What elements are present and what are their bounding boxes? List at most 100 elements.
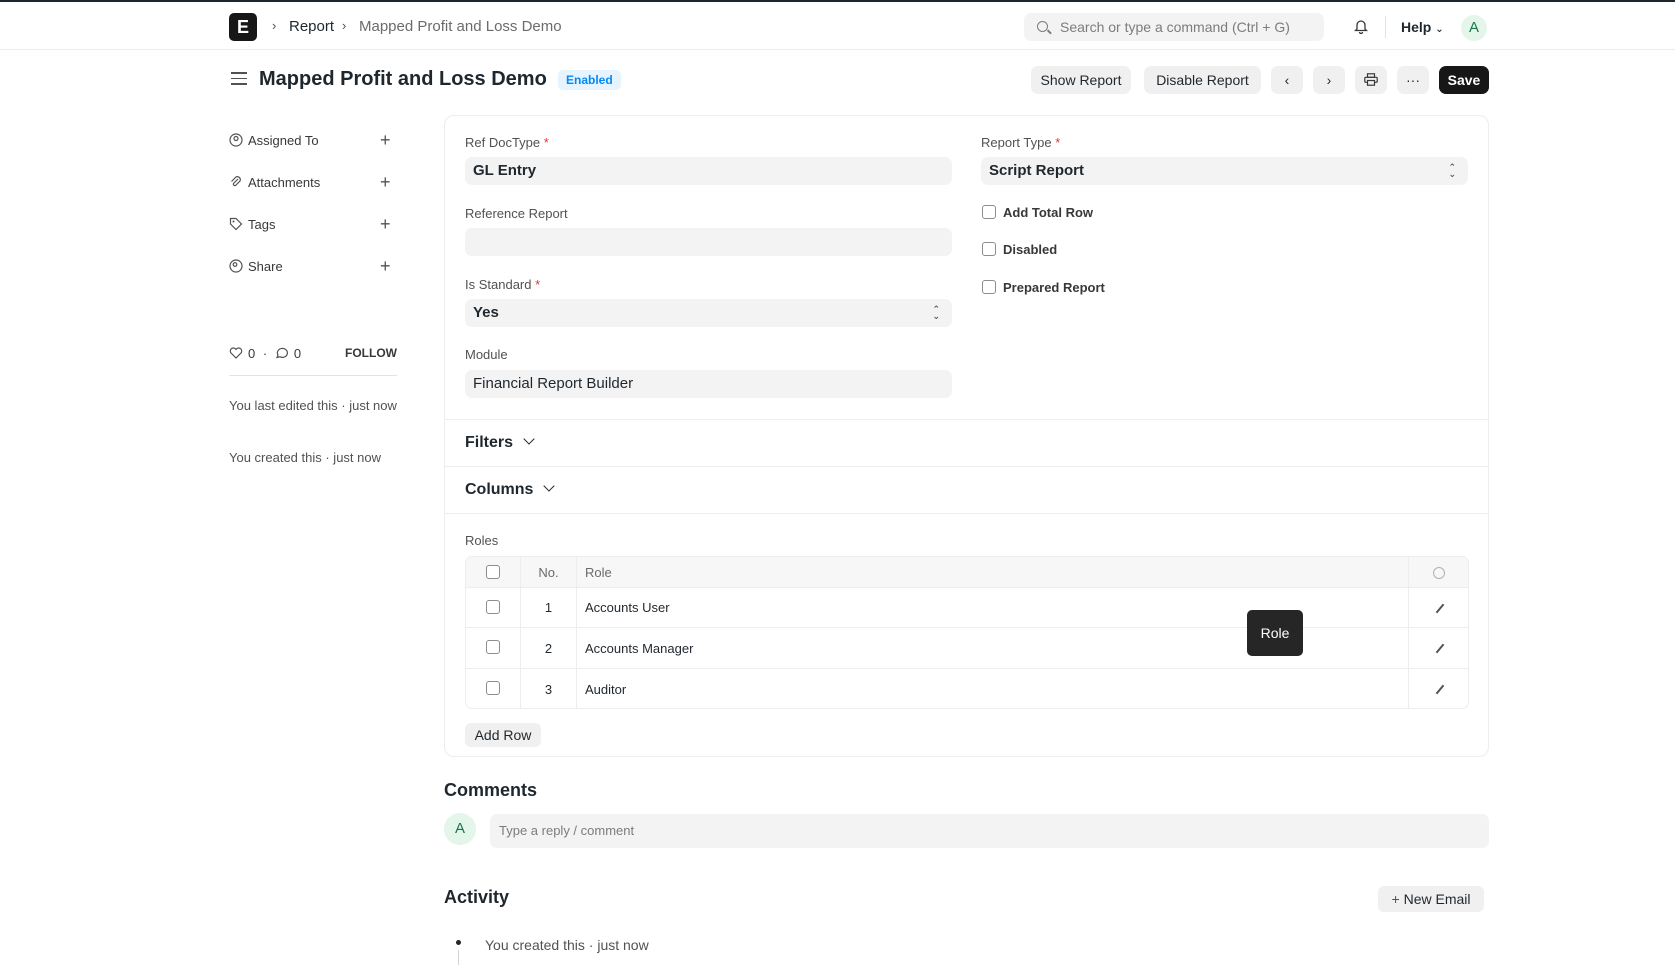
bell-icon[interactable]: [1354, 19, 1368, 34]
breadcrumb-report[interactable]: Report: [289, 18, 334, 35]
chevron-left-icon: ‹: [1284, 72, 1290, 88]
page-title: Mapped Profit and Loss Demo: [259, 68, 547, 90]
is-standard-select[interactable]: Yes ⌃ ⌄: [465, 299, 952, 327]
created-text: You created this · just now: [229, 450, 381, 465]
reference-report-label: Reference Report: [465, 206, 568, 221]
new-email-button[interactable]: + New Email: [1378, 886, 1484, 912]
activity-title: Activity: [444, 887, 510, 907]
help-label: Help: [1401, 19, 1432, 35]
disabled-checkbox[interactable]: [982, 242, 996, 256]
sidebar-item-label: Tags: [248, 217, 276, 232]
select-all-checkbox[interactable]: [486, 565, 500, 579]
show-report-button[interactable]: Show Report: [1031, 66, 1131, 94]
sidebar-item-assigned-to[interactable]: Assigned To: [229, 133, 319, 148]
header-no: No.: [521, 557, 577, 587]
table-row[interactable]: 1 Accounts User: [466, 588, 1468, 628]
row-checkbox[interactable]: [486, 681, 500, 695]
roles-table: No. Role 1 Accounts User 2 Accounts Mana…: [465, 556, 1469, 709]
navbar: E › Report › Mapped Profit and Loss Demo…: [0, 0, 1675, 50]
divider: [1385, 16, 1386, 38]
add-row-button[interactable]: Add Row: [465, 723, 541, 747]
next-doc-button[interactable]: ›: [1313, 66, 1345, 94]
comments-title: Comments: [444, 780, 538, 800]
add-attachment-button[interactable]: +: [380, 173, 391, 191]
share-icon: [229, 259, 243, 273]
add-share-button[interactable]: +: [380, 257, 391, 275]
prepared-report-checkbox[interactable]: [982, 280, 996, 294]
chevron-down-icon: [543, 480, 556, 492]
disable-report-button[interactable]: Disable Report: [1144, 66, 1261, 94]
sidebar-item-label: Attachments: [248, 175, 321, 190]
select-arrows-icon: ⌃ ⌄: [932, 304, 940, 321]
gear-icon[interactable]: [1433, 567, 1445, 579]
chevron-down-icon: ⌄: [1435, 24, 1444, 35]
help-dropdown[interactable]: Help ⌄: [1401, 19, 1444, 35]
report-type-value: Script Report: [989, 162, 1085, 179]
section-divider: [444, 419, 1489, 420]
search-input[interactable]: Search or type a command (Ctrl + G): [1024, 13, 1324, 41]
more-actions-button[interactable]: ···: [1397, 66, 1429, 94]
assign-icon: [229, 133, 243, 147]
app-logo[interactable]: E: [229, 13, 257, 41]
add-total-row-label: Add Total Row: [1003, 205, 1094, 220]
row-no: 1: [521, 588, 577, 627]
table-row[interactable]: 3 Auditor: [466, 669, 1468, 708]
pencil-icon[interactable]: [1435, 684, 1445, 695]
printer-icon: [1364, 73, 1378, 86]
row-select-cell: [466, 628, 521, 668]
heart-icon: [229, 347, 243, 359]
filters-section-toggle[interactable]: Filters: [465, 433, 535, 452]
comment-input[interactable]: Type a reply / comment: [490, 814, 1489, 848]
print-button[interactable]: [1355, 66, 1387, 94]
paperclip-icon: [231, 176, 241, 187]
like-count[interactable]: 0 · 0: [229, 346, 301, 361]
breadcrumb-current[interactable]: Mapped Profit and Loss Demo: [359, 18, 562, 35]
save-button[interactable]: Save: [1439, 66, 1489, 94]
tag-icon: [229, 217, 243, 231]
section-divider: [444, 513, 1489, 514]
sidebar-item-share[interactable]: Share: [229, 259, 283, 274]
new-email-label: New Email: [1403, 891, 1471, 907]
likes-value: 0: [248, 346, 256, 361]
module-label: Module: [465, 347, 508, 362]
pencil-icon[interactable]: [1435, 643, 1445, 654]
pencil-icon[interactable]: [1435, 603, 1445, 614]
sidebar-item-attachments[interactable]: Attachments: [229, 175, 320, 190]
row-no: 2: [521, 628, 577, 668]
header-settings-cell: [1409, 557, 1468, 587]
is-standard-label: Is Standard *: [465, 277, 541, 292]
select-arrows-icon: ⌃ ⌄: [1448, 162, 1456, 179]
row-checkbox[interactable]: [486, 640, 500, 654]
module-input[interactable]: Financial Report Builder: [465, 370, 952, 398]
row-edit-cell: [1409, 588, 1468, 627]
row-select-cell: [466, 669, 521, 708]
is-standard-value: Yes: [473, 304, 499, 321]
sidebar-item-tags[interactable]: Tags: [229, 217, 275, 232]
user-avatar[interactable]: A: [1461, 15, 1487, 41]
sidebar-item-label: Assigned To: [248, 133, 319, 148]
roles-label: Roles: [465, 533, 499, 548]
sidebar-toggle-icon[interactable]: [231, 72, 247, 89]
row-checkbox[interactable]: [486, 600, 500, 614]
header-select-cell: [466, 557, 521, 587]
report-type-label: Report Type *: [981, 135, 1061, 150]
row-select-cell: [466, 588, 521, 627]
follow-button[interactable]: FOLLOW: [345, 346, 397, 360]
add-tag-button[interactable]: +: [380, 215, 391, 233]
previous-doc-button[interactable]: ‹: [1271, 66, 1303, 94]
row-no: 3: [521, 669, 577, 708]
activity-item: You created this · just now: [485, 937, 649, 953]
add-total-row-checkbox[interactable]: [982, 205, 996, 219]
role-tooltip: Role: [1247, 610, 1303, 656]
comments-value: 0: [293, 346, 302, 361]
reference-report-input[interactable]: [465, 228, 952, 256]
row-edit-cell: [1409, 669, 1468, 708]
prepared-report-label: Prepared Report: [1003, 280, 1105, 295]
timeline-line: [458, 950, 459, 965]
report-type-select[interactable]: Script Report ⌃ ⌄: [981, 157, 1468, 185]
columns-section-toggle[interactable]: Columns: [465, 480, 556, 499]
ref-doctype-input[interactable]: GL Entry: [465, 157, 952, 185]
add-assignment-button[interactable]: +: [380, 131, 391, 149]
row-role[interactable]: Auditor: [577, 669, 1409, 708]
table-row[interactable]: 2 Accounts Manager: [466, 628, 1468, 669]
